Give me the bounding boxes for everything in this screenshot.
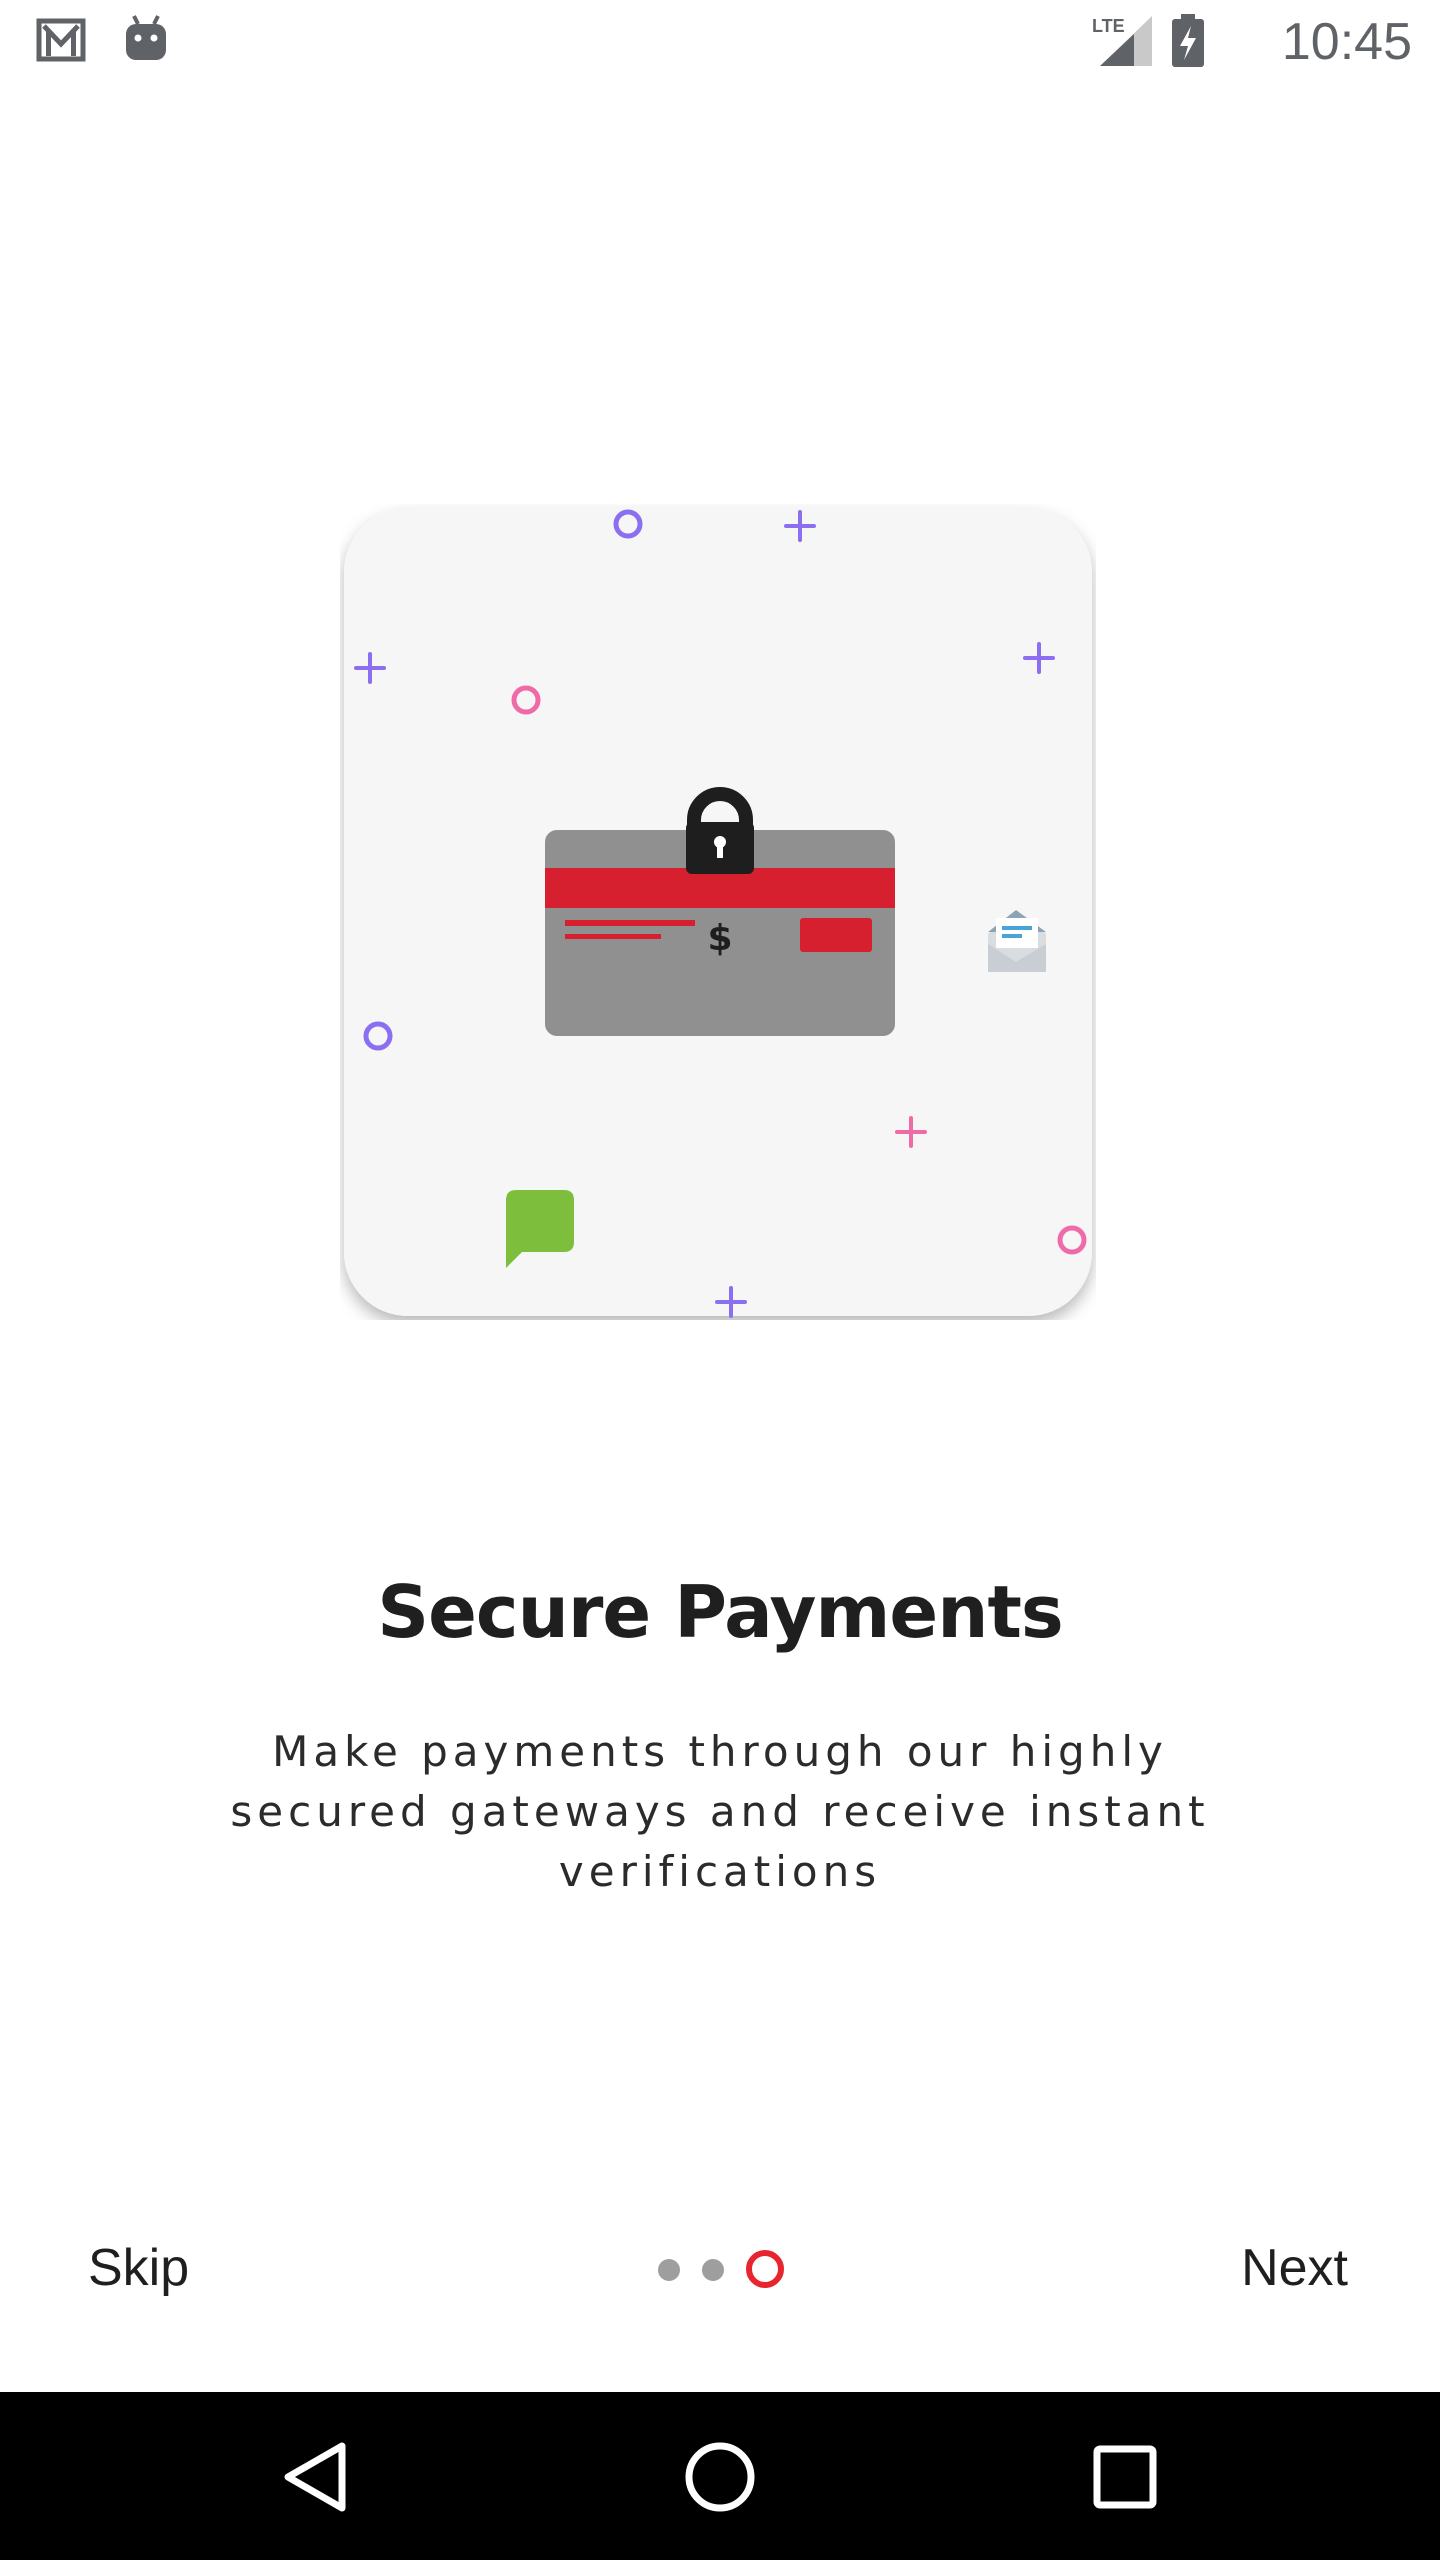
svg-text:$: $: [707, 918, 732, 959]
status-bar: LTE 10:45: [0, 0, 1440, 84]
skip-button[interactable]: Skip: [88, 2238, 189, 2298]
next-button[interactable]: Next: [1241, 2238, 1348, 2298]
home-icon[interactable]: [675, 2432, 765, 2522]
battery-charging-icon: [1170, 14, 1206, 72]
page-dot-3-active[interactable]: [746, 2250, 784, 2288]
gmail-icon: [36, 18, 90, 70]
secure-payment-illustration: $: [340, 504, 1096, 1320]
status-right-icons: LTE 10:45: [1092, 0, 1412, 84]
page-dot-1[interactable]: [658, 2259, 680, 2281]
svg-text:LTE: LTE: [1092, 16, 1125, 36]
status-time: 10:45: [1281, 13, 1412, 71]
page-indicator: [650, 2250, 790, 2290]
android-icon: [124, 14, 168, 70]
back-icon[interactable]: [270, 2432, 360, 2522]
slide-title: Secure Payments: [377, 1570, 1064, 1654]
system-navigation-bar: [0, 2392, 1440, 2560]
page-dot-2[interactable]: [702, 2259, 724, 2281]
signal-icon: LTE: [1090, 14, 1154, 72]
slide-description: Make payments through our highly secured…: [230, 1727, 1210, 1896]
recents-icon[interactable]: [1080, 2432, 1170, 2522]
envelope-icon: [988, 910, 1046, 972]
